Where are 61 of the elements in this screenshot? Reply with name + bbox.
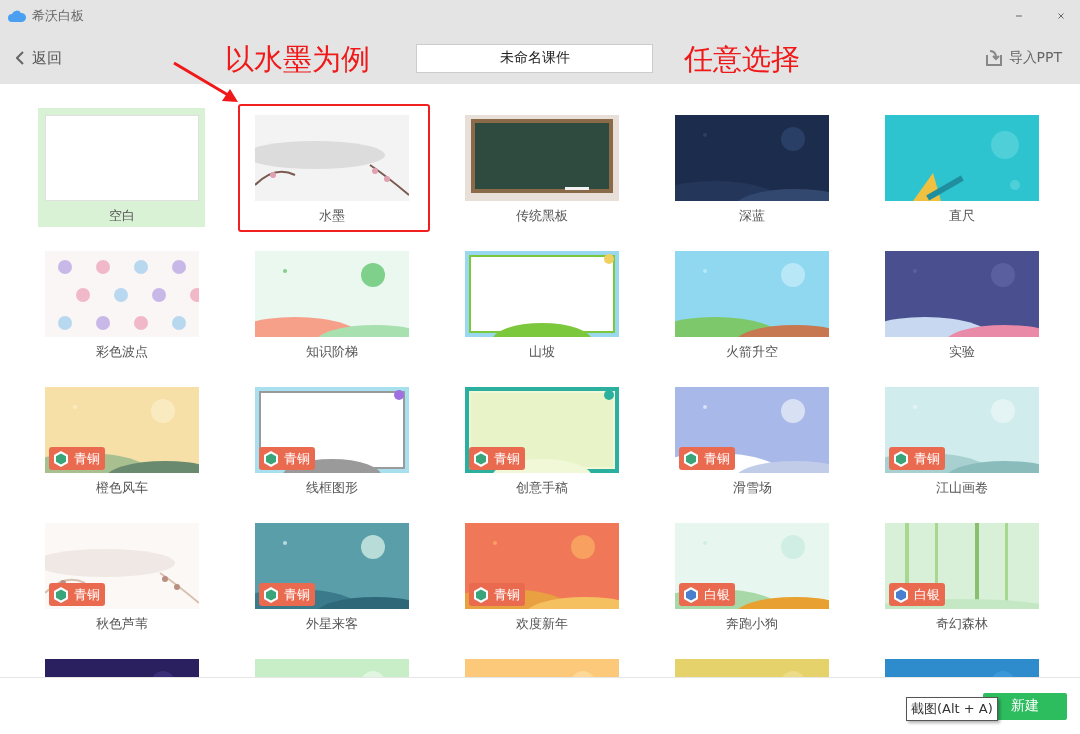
annotation-text: 以水墨为例: [225, 41, 370, 78]
template-name: 知识阶梯: [306, 343, 358, 361]
window-title: 希沃白板: [32, 7, 85, 25]
template-card[interactable]: 青铜 秋色芦苇: [38, 516, 205, 635]
template-card[interactable]: 青铜 线框图形: [248, 380, 415, 499]
template-name: 传统黑板: [516, 207, 568, 225]
tier-label: 青铜: [284, 449, 310, 468]
tier-label: 青铜: [74, 449, 100, 468]
import-button[interactable]: 导入PPT: [984, 49, 1062, 67]
template-name: 创意手稿: [516, 479, 568, 497]
template-name: 直尺: [949, 207, 975, 225]
template-card[interactable]: 知识阶梯: [248, 244, 415, 363]
tier-label: 青铜: [74, 585, 100, 604]
minimize-icon: [1016, 15, 1022, 17]
template-name: 彩色波点: [96, 343, 148, 361]
template-card[interactable]: 青铜 欢度新年: [458, 516, 625, 635]
template-card[interactable]: 山坡: [458, 244, 625, 363]
tier-label: 青铜: [494, 585, 520, 604]
title-field[interactable]: 未命名课件: [416, 43, 653, 73]
template-name: 秋色芦苇: [96, 615, 148, 633]
template-name: 江山画卷: [936, 479, 988, 497]
tier-label: 白银: [704, 585, 730, 604]
template-name: 滑雪场: [732, 479, 772, 497]
template-name: 山坡: [529, 343, 555, 361]
template-name: 火箭升空: [726, 343, 778, 361]
template-card[interactable]: 青铜 外星来客: [248, 516, 415, 635]
template-name: 外星来客: [306, 615, 358, 633]
template-name: 深蓝: [739, 207, 765, 225]
template-card[interactable]: 直尺: [878, 108, 1045, 227]
template-card[interactable]: 青铜 创意手稿: [458, 380, 625, 499]
import-icon: [984, 49, 1003, 67]
template-card[interactable]: 深蓝: [668, 108, 835, 227]
template-card[interactable]: 青铜 橙色风车: [38, 380, 205, 499]
template-card[interactable]: 实验: [878, 244, 1045, 363]
template-card[interactable]: 彩色波点: [38, 244, 205, 363]
template-name: 线框图形: [306, 479, 358, 497]
template-card[interactable]: 水墨: [248, 108, 415, 227]
tier-label: 青铜: [284, 585, 310, 604]
cloud-icon: [8, 10, 26, 22]
template-card[interactable]: 白银 奇幻森林: [878, 516, 1045, 635]
template-card[interactable]: 火箭升空: [668, 244, 835, 363]
template-card[interactable]: 青铜 滑雪场: [668, 380, 835, 499]
chevron-left-icon: [16, 51, 24, 65]
template-card[interactable]: 空白: [38, 108, 205, 227]
back-button[interactable]: 返回: [16, 48, 62, 68]
template-name: 欢度新年: [516, 615, 568, 633]
tier-label: 青铜: [494, 449, 520, 468]
template-card[interactable]: 白银 奔跑小狗: [668, 516, 835, 635]
template-name: 奇幻森林: [936, 615, 988, 633]
template-name: 水墨: [319, 207, 345, 225]
template-name: 橙色风车: [96, 479, 148, 497]
template-name: 实验: [949, 343, 975, 361]
tier-label: 青铜: [914, 449, 940, 468]
template-card[interactable]: 传统黑板: [458, 108, 625, 227]
template-name: 奔跑小狗: [726, 615, 778, 633]
tier-label: 白银: [914, 585, 940, 604]
template-name: 空白: [109, 207, 135, 225]
tooltip: 截图(Alt + A): [906, 697, 998, 721]
tier-label: 青铜: [704, 449, 730, 468]
annotation-text: 任意选择: [684, 41, 800, 78]
template-card[interactable]: 青铜 江山画卷: [878, 380, 1045, 499]
